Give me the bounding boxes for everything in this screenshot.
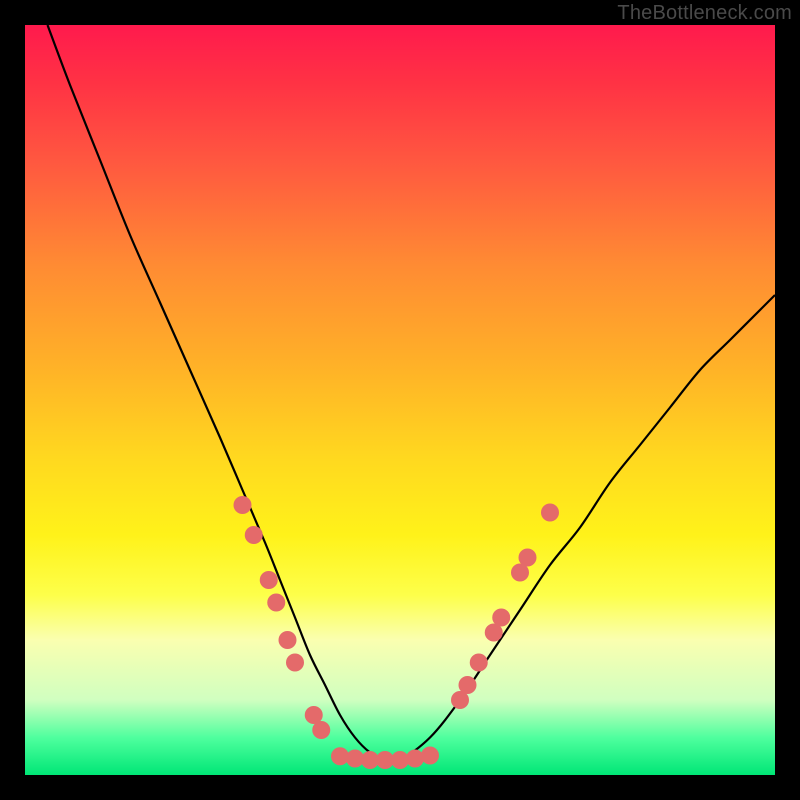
valley-cluster-marker [421, 747, 439, 765]
right-cluster-marker [541, 504, 559, 522]
bottleneck-chart [25, 25, 775, 775]
left-cluster-marker [312, 721, 330, 739]
left-cluster-marker [279, 631, 297, 649]
bottleneck-curve [48, 25, 776, 762]
left-cluster-marker [267, 594, 285, 612]
right-cluster-marker [492, 609, 510, 627]
right-cluster-marker [519, 549, 537, 567]
chart-frame [25, 25, 775, 775]
left-cluster-marker [286, 654, 304, 672]
watermark-text: TheBottleneck.com [617, 2, 792, 25]
right-cluster-marker [470, 654, 488, 672]
right-cluster-marker [459, 676, 477, 694]
left-cluster-marker [260, 571, 278, 589]
left-cluster-marker [245, 526, 263, 544]
valley-cluster-marker [406, 750, 424, 768]
left-cluster-marker [234, 496, 252, 514]
